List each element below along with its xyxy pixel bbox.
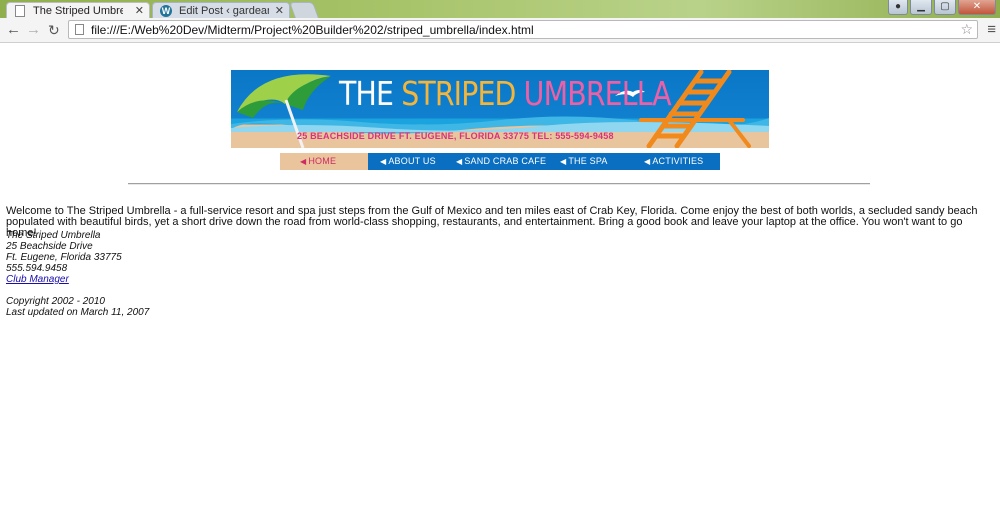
logo-word-umbrella: UMBRELLA — [523, 74, 672, 113]
triangle-left-icon: ◀ — [560, 157, 567, 166]
nav-the-spa[interactable]: ◀ THE SPA — [548, 153, 632, 170]
nav-label: ACTIVITIES — [652, 156, 704, 166]
tab-striped-umbrella[interactable]: The Striped Umbrella beac ✕ — [6, 2, 150, 18]
club-manager-link[interactable]: Club Manager — [6, 274, 69, 285]
site-logo-title: THE STRIPED UMBRELLA — [339, 74, 672, 114]
contact-info: The Striped Umbrella 25 Beachside Drive … — [6, 230, 122, 285]
maximize-button[interactable]: ▢ — [934, 0, 956, 15]
banner-address: 25 BEACHSIDE DRIVE FT. EUGENE, FLORIDA 3… — [297, 131, 614, 141]
nav-about-us[interactable]: ◀ ABOUT US — [368, 153, 444, 170]
page-icon — [75, 24, 84, 35]
contact-phone: 555.594.9458 — [6, 263, 68, 274]
window-controls: ● ▁ ▢ ✕ — [888, 0, 996, 15]
nav-sand-crab-cafe[interactable]: ◀ SAND CRAB CAFE — [444, 153, 548, 170]
page-icon — [15, 5, 25, 17]
page-content: THE STRIPED UMBRELLA 25 BEACHSIDE DRIVE … — [0, 43, 1000, 532]
user-icon[interactable]: ● — [888, 0, 908, 15]
tab-label: Edit Post ‹ gardeangie — — [179, 5, 269, 17]
nav-home[interactable]: ◀ HOME — [280, 153, 368, 170]
close-icon[interactable]: ✕ — [275, 3, 284, 18]
nav-label: HOME — [308, 156, 337, 166]
nav-label: ABOUT US — [388, 156, 436, 166]
forward-arrow-icon[interactable]: → — [26, 21, 41, 39]
site-banner: THE STRIPED UMBRELLA 25 BEACHSIDE DRIVE … — [231, 70, 769, 148]
browser-tab-strip: The Striped Umbrella beac ✕ W Edit Post … — [0, 0, 1000, 18]
triangle-left-icon: ◀ — [300, 157, 307, 166]
nav-activities[interactable]: ◀ ACTIVITIES — [632, 153, 720, 170]
contact-name: The Striped Umbrella — [6, 230, 101, 241]
reload-icon[interactable]: ↻ — [48, 21, 60, 39]
close-window-button[interactable]: ✕ — [958, 0, 996, 15]
logo-word-the: THE — [339, 74, 402, 113]
minimize-button[interactable]: ▁ — [910, 0, 932, 15]
address-url[interactable]: file:///E:/Web%20Dev/Midterm/Project%20B… — [91, 22, 534, 38]
close-icon[interactable]: ✕ — [135, 3, 144, 18]
nav-label: SAND CRAB CAFE — [464, 156, 547, 166]
back-arrow-icon[interactable]: ← — [6, 21, 21, 39]
triangle-left-icon: ◀ — [644, 157, 651, 166]
logo-word-striped: STRIPED — [401, 74, 524, 113]
contact-city: Ft. Eugene, Florida 33775 — [6, 252, 122, 263]
tab-label: The Striped Umbrella beac — [33, 5, 123, 17]
address-bar[interactable]: file:///E:/Web%20Dev/Midterm/Project%20B… — [68, 20, 978, 39]
bookmark-star-icon[interactable]: ☆ — [960, 21, 973, 38]
tab-edit-post[interactable]: W Edit Post ‹ gardeangie — ✕ — [152, 2, 290, 18]
triangle-left-icon: ◀ — [380, 157, 387, 166]
browser-toolbar: ← → ↻ file:///E:/Web%20Dev/Midterm/Proje… — [0, 18, 1000, 43]
contact-street: 25 Beachside Drive — [6, 241, 93, 252]
intro-paragraph: Welcome to The Striped Umbrella - a full… — [6, 205, 978, 239]
menu-icon[interactable]: ≡ — [987, 21, 996, 39]
site-navigation: ◀ HOME ◀ ABOUT US ◀ SAND CRAB CAFE ◀ THE SPA… — [280, 153, 720, 170]
wordpress-icon: W — [160, 5, 172, 17]
nav-label: THE SPA — [568, 156, 608, 166]
new-tab-button[interactable] — [289, 2, 319, 18]
horizontal-rule — [128, 183, 870, 185]
triangle-left-icon: ◀ — [456, 157, 463, 166]
page-footer: Copyright 2002 - 2010 Last updated on Ma… — [6, 296, 149, 318]
last-updated-text: Last updated on March 11, 2007 — [6, 307, 150, 318]
copyright-text: Copyright 2002 - 2010 — [6, 296, 105, 307]
